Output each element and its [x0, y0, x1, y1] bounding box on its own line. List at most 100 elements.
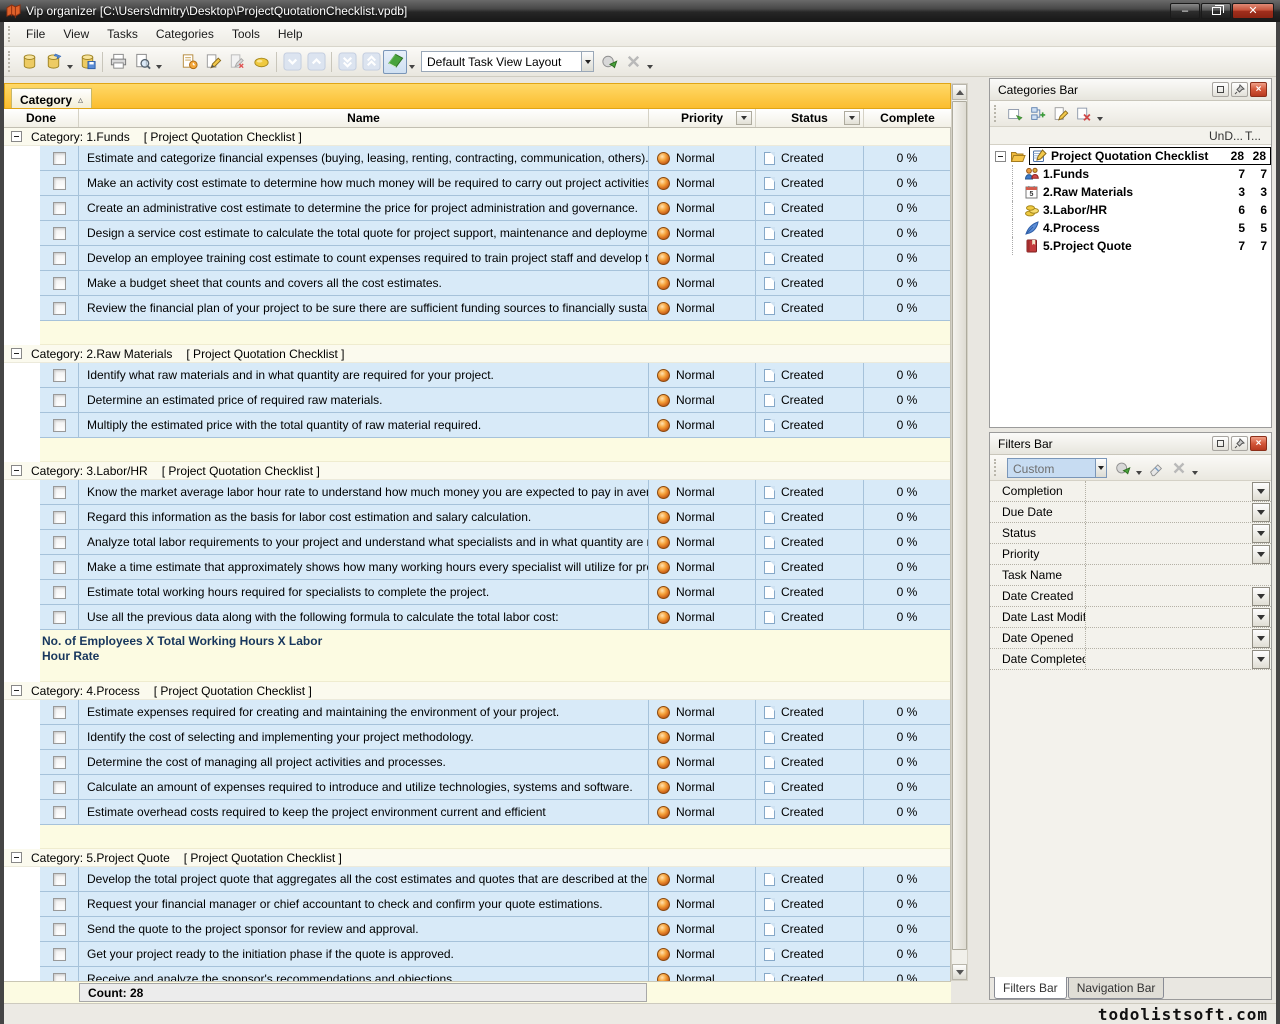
print-icon[interactable]	[106, 50, 130, 74]
filters-toolbar-caret[interactable]	[1190, 457, 1200, 479]
filter-dropdown-button[interactable]	[1252, 629, 1270, 648]
filter-value-field[interactable]	[1086, 628, 1252, 648]
task-row[interactable]: Estimate overhead costs required to keep…	[40, 800, 950, 825]
column-header-priority[interactable]: Priority	[649, 109, 756, 127]
task-row[interactable]: Design a service cost estimate to calcul…	[40, 221, 950, 246]
apply-filter-caret[interactable]	[1134, 457, 1144, 479]
priority-filter-button[interactable]	[736, 111, 752, 125]
column-header-done[interactable]: Done	[4, 109, 79, 127]
categories-toolbar-caret[interactable]	[1095, 103, 1105, 125]
task-row[interactable]: Make a budget sheet that counts and cove…	[40, 271, 950, 296]
delete-category-icon[interactable]	[1072, 103, 1095, 125]
status-filter-button[interactable]	[844, 111, 860, 125]
group-header-row[interactable]: Category: 2.Raw Materials[ Project Quota…	[4, 345, 950, 363]
new-category-icon[interactable]	[1003, 103, 1026, 125]
delete-layout-icon[interactable]	[621, 50, 645, 74]
task-checkbox[interactable]	[53, 611, 66, 624]
collapse-icon[interactable]	[11, 348, 22, 359]
task-row[interactable]: Review the financial plan of your projec…	[40, 296, 950, 321]
task-row[interactable]: Estimate expenses required for creating …	[40, 700, 950, 725]
scroll-down-button[interactable]	[952, 964, 967, 980]
task-row[interactable]: Determine an estimated price of required…	[40, 388, 950, 413]
edit-category-icon[interactable]	[1049, 103, 1072, 125]
tree-category-row[interactable]: 52.Raw Materials33	[990, 183, 1271, 201]
new-database-icon[interactable]	[17, 50, 41, 74]
category-group-tab[interactable]: Category ▵	[11, 88, 92, 108]
categories-restore-icon[interactable]	[1212, 82, 1229, 97]
collapse-icon[interactable]	[11, 131, 22, 142]
collapse-icon[interactable]	[11, 685, 22, 696]
scroll-up-button[interactable]	[952, 84, 967, 100]
tree-collapse-icon[interactable]	[995, 151, 1006, 162]
task-checkbox[interactable]	[53, 948, 66, 961]
column-header-status[interactable]: Status	[756, 109, 864, 127]
menu-view[interactable]: View	[54, 24, 98, 44]
filter-preset-dropdown[interactable]	[1095, 458, 1107, 478]
tab-navigation-bar[interactable]: Navigation Bar	[1068, 978, 1165, 999]
clear-filter-icon[interactable]	[1144, 457, 1167, 479]
task-checkbox[interactable]	[53, 561, 66, 574]
task-row[interactable]: Determine the cost of managing all proje…	[40, 750, 950, 775]
task-checkbox[interactable]	[53, 277, 66, 290]
minimize-button[interactable]: –	[1170, 3, 1200, 19]
collapse-icon[interactable]	[11, 465, 22, 476]
task-checkbox[interactable]	[53, 756, 66, 769]
menu-file[interactable]: File	[17, 24, 54, 44]
task-row[interactable]: Receive and analyze the sponsor's recomm…	[40, 967, 950, 981]
new-task-icon[interactable]	[177, 50, 201, 74]
task-checkbox[interactable]	[53, 152, 66, 165]
task-row[interactable]: Identify the cost of selecting and imple…	[40, 725, 950, 750]
filters-restore-icon[interactable]	[1212, 436, 1229, 451]
layout-dropdown[interactable]	[645, 51, 655, 73]
new-subcategory-icon[interactable]	[1026, 103, 1049, 125]
apply-filter-icon[interactable]	[1111, 457, 1134, 479]
open-database-dropdown[interactable]	[65, 51, 75, 73]
task-row[interactable]: Make a time estimate that approximately …	[40, 555, 950, 580]
task-checkbox[interactable]	[53, 394, 66, 407]
print-dropdown[interactable]	[154, 51, 164, 73]
task-row[interactable]: Analyze total labor requirements to your…	[40, 530, 950, 555]
group-header-row[interactable]: Category: 1.Funds[ Project Quotation Che…	[4, 128, 950, 146]
task-checkbox[interactable]	[53, 873, 66, 886]
tab-filters-bar[interactable]: Filters Bar	[994, 977, 1067, 999]
move-down-icon[interactable]	[280, 50, 304, 74]
task-checkbox[interactable]	[53, 806, 66, 819]
apply-layout-icon[interactable]	[597, 50, 621, 74]
undone-column-header[interactable]: UnD...	[1209, 129, 1245, 143]
task-checkbox[interactable]	[53, 973, 66, 982]
task-row[interactable]: Make an activity cost estimate to determ…	[40, 171, 950, 196]
task-checkbox[interactable]	[53, 536, 66, 549]
total-column-header[interactable]: T...	[1245, 129, 1271, 143]
group-header-row[interactable]: Category: 4.Process[ Project Quotation C…	[4, 682, 950, 700]
task-checkbox[interactable]	[53, 923, 66, 936]
task-checkbox[interactable]	[53, 369, 66, 382]
move-to-bottom-icon[interactable]	[335, 50, 359, 74]
filters-close-icon[interactable]: ×	[1250, 436, 1267, 451]
task-checkbox[interactable]	[53, 252, 66, 265]
close-button[interactable]: ✕	[1232, 3, 1274, 19]
column-header-name[interactable]: Name	[79, 109, 649, 127]
task-row[interactable]: Develop the total project quote that agg…	[40, 867, 950, 892]
view-layout-dropdown[interactable]	[407, 51, 417, 73]
edit-task-icon[interactable]	[201, 50, 225, 74]
tree-category-row[interactable]: 3.Labor/HR66	[990, 201, 1271, 219]
tree-category-row[interactable]: 1.Funds77	[990, 165, 1271, 183]
menu-help[interactable]: Help	[269, 24, 312, 44]
task-checkbox[interactable]	[53, 511, 66, 524]
task-checkbox[interactable]	[53, 898, 66, 911]
tree-category-row[interactable]: 5.Project Quote77	[990, 237, 1271, 255]
filter-dropdown-button[interactable]	[1252, 608, 1270, 627]
categories-close-icon[interactable]: ×	[1250, 82, 1267, 97]
filter-value-field[interactable]	[1086, 586, 1252, 606]
filter-value-field[interactable]	[1086, 502, 1252, 522]
group-header-row[interactable]: Category: 3.Labor/HR[ Project Quotation …	[4, 462, 950, 480]
collapse-icon[interactable]	[11, 852, 22, 863]
filter-value-field[interactable]	[1086, 481, 1252, 501]
task-checkbox[interactable]	[53, 302, 66, 315]
task-checkbox[interactable]	[53, 227, 66, 240]
filter-dropdown-button[interactable]	[1252, 524, 1270, 543]
task-row[interactable]: Use all the previous data along with the…	[40, 605, 950, 630]
task-checkbox[interactable]	[53, 781, 66, 794]
group-header-row[interactable]: Category: 5.Project Quote[ Project Quota…	[4, 849, 950, 867]
filter-dropdown-button[interactable]	[1252, 503, 1270, 522]
